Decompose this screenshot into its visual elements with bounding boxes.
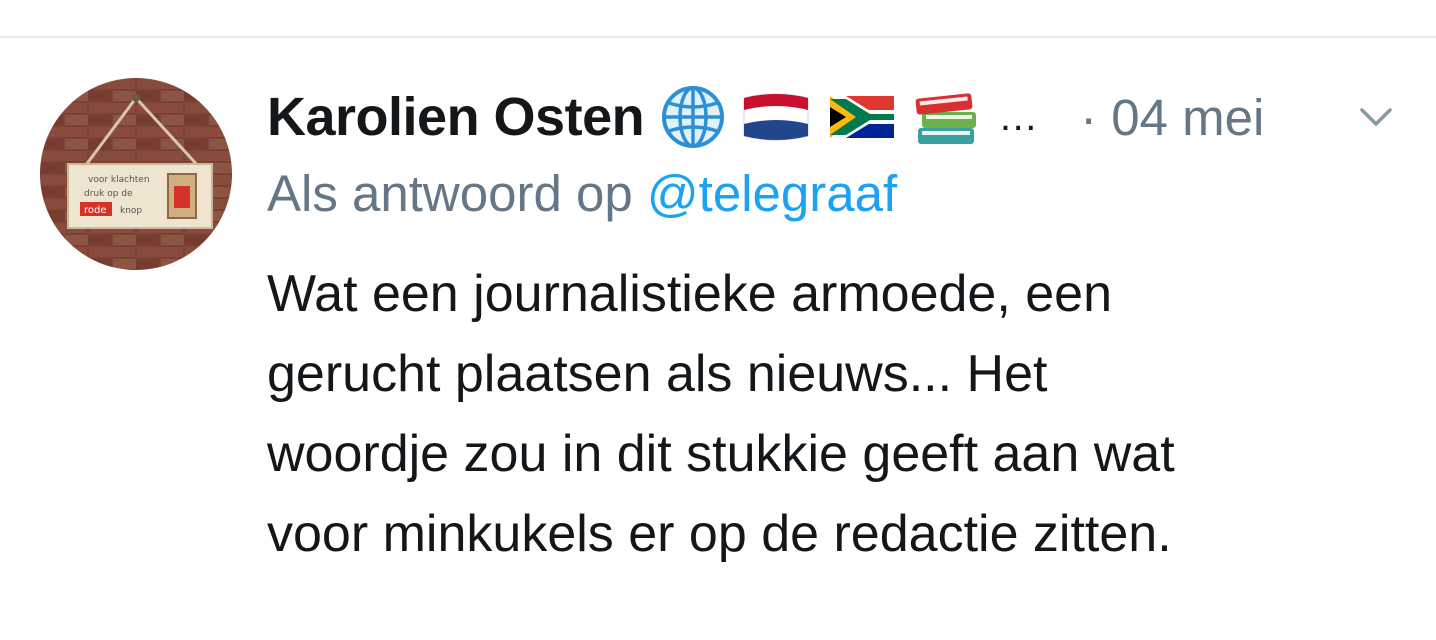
tweet-header: Karolien Osten … · 04 mei [267,82,1264,152]
avatar-image: voor klachten druk op de rode knop [40,78,232,270]
tweet-body: Wat een journalistieke armoede, een geru… [267,254,1387,574]
avatar[interactable]: voor klachten druk op de rode knop [40,78,232,270]
sign-line-2: druk op de [84,189,133,199]
globe-icon [660,84,726,150]
tweet-body-line: gerucht plaatsen als nieuws... Het [267,345,1048,403]
chevron-down-icon[interactable] [1356,100,1396,134]
south-africa-flag-icon [826,88,898,146]
reply-prefix: Als antwoord op [267,165,633,222]
books-icon [912,84,982,150]
tweet-body-line: woordje zou in dit stukkie geeft aan wat [267,425,1175,483]
reply-handle-link[interactable]: @telegraaf [647,165,897,222]
tweet-timestamp[interactable]: · 04 mei [1080,88,1264,147]
sign-line-1: voor klachten [88,175,150,185]
sign-knop-word: knop [120,206,142,216]
name-truncation: … [998,94,1041,139]
netherlands-flag-icon [740,88,812,146]
sign-red-word: rode [84,205,107,216]
tweet-body-line: voor minkukels er op de redactie zitten. [267,505,1172,563]
tweet[interactable]: voor klachten druk op de rode knop Karol… [0,0,1436,640]
display-name[interactable]: Karolien Osten [267,86,645,148]
tweet-body-line: Wat een journalistieke armoede, een [267,265,1112,323]
reply-context: Als antwoord op @telegraaf [267,164,897,223]
